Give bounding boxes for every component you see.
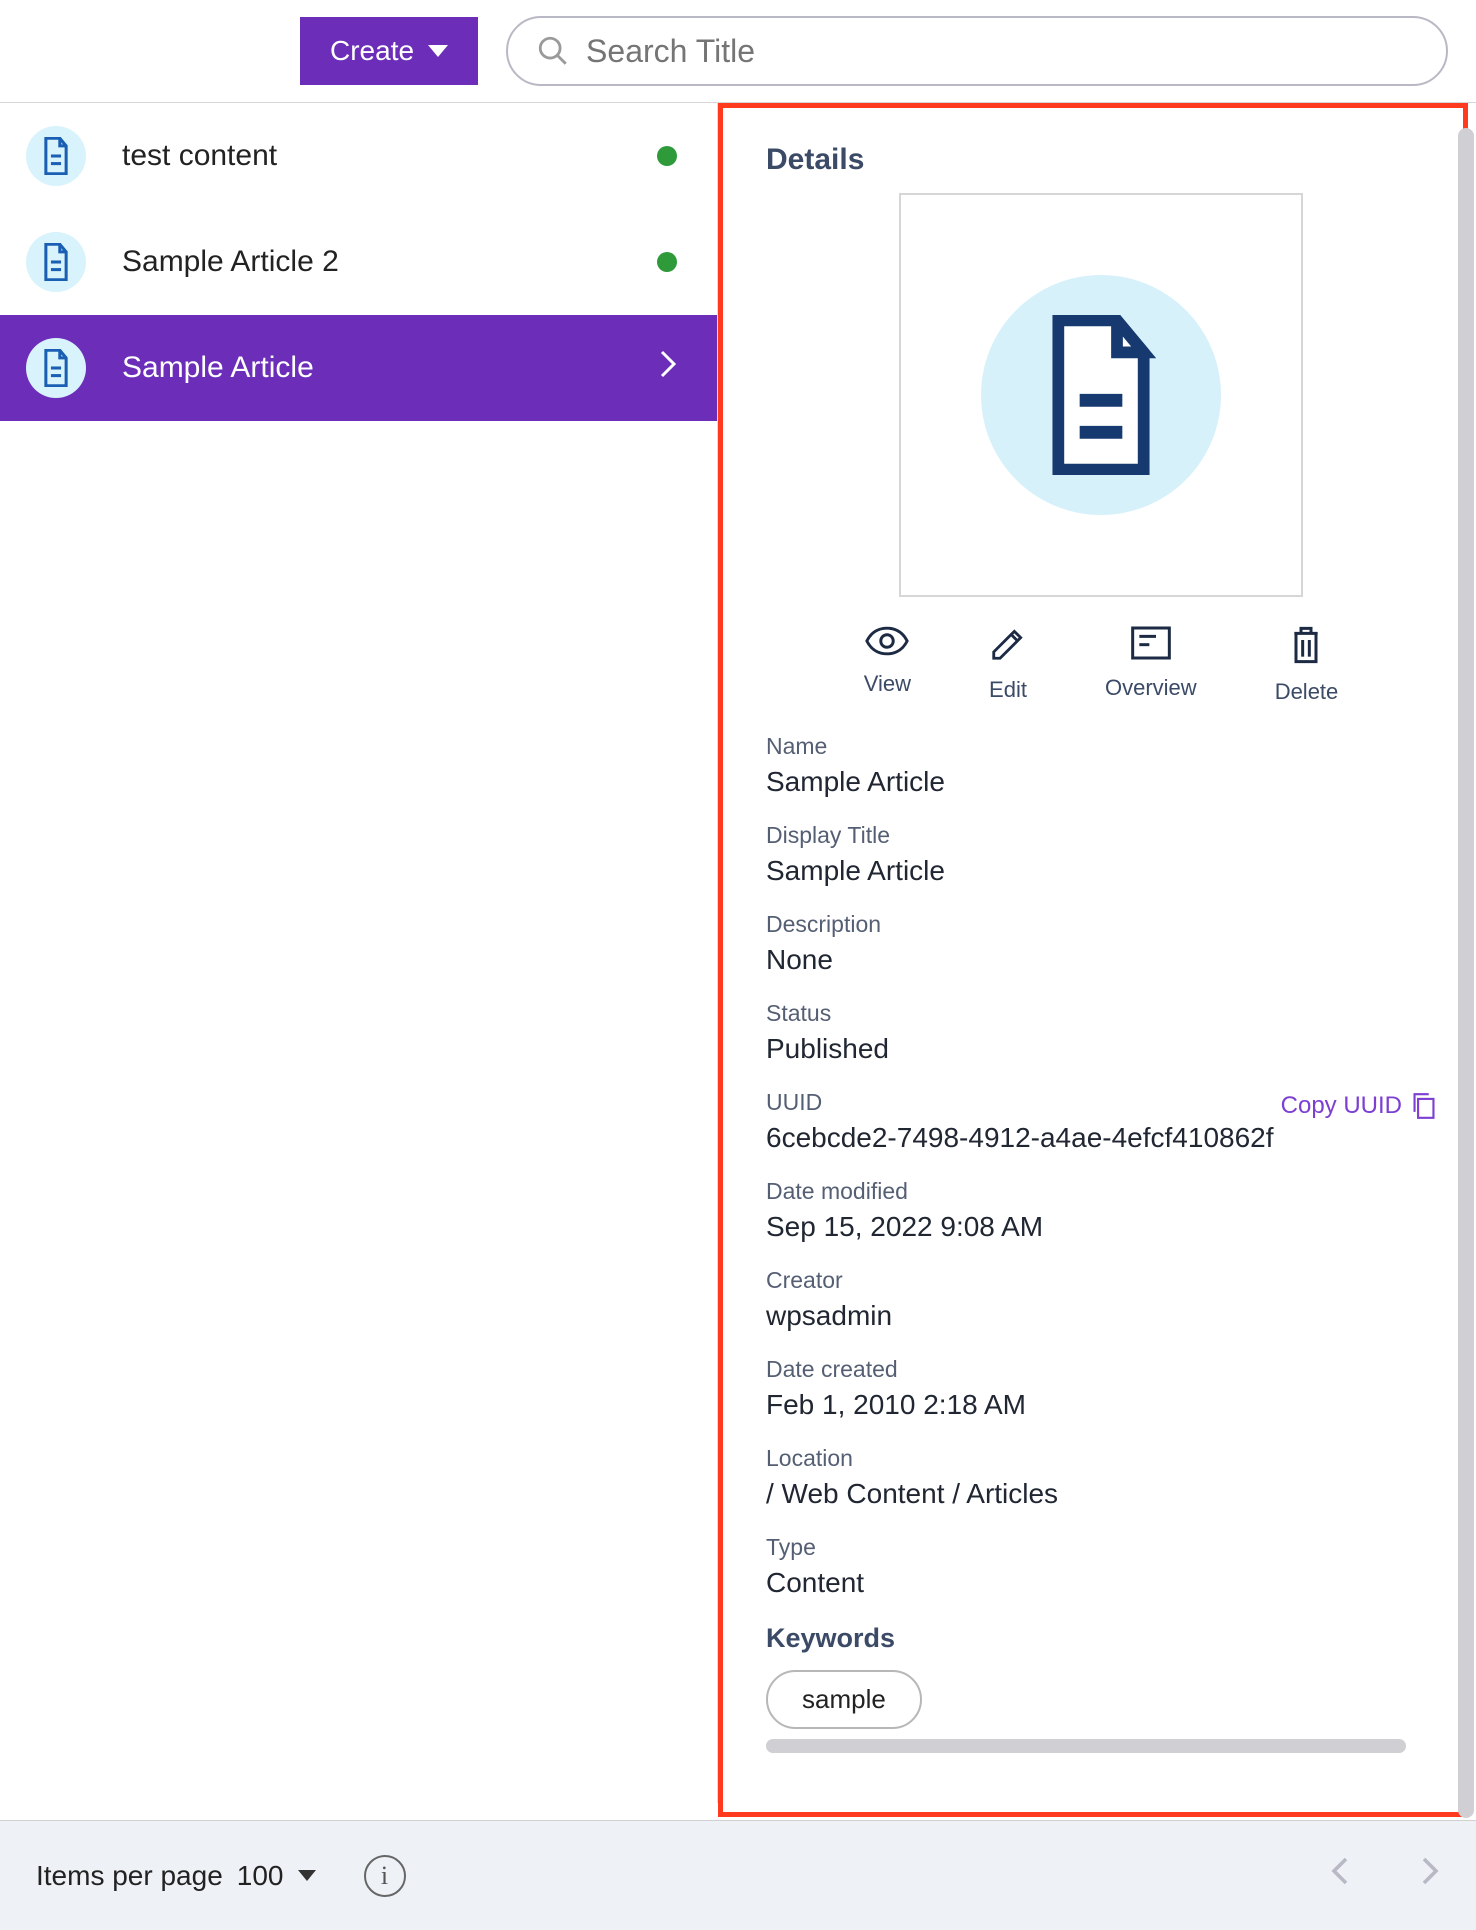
- copy-uuid-button[interactable]: Copy UUID: [1281, 1092, 1436, 1120]
- list-item-label: test content: [122, 139, 621, 173]
- eye-icon: [865, 625, 909, 657]
- info-button[interactable]: i: [364, 1855, 406, 1897]
- field-type: Type Content: [766, 1534, 1436, 1599]
- list-item[interactable]: test content: [0, 103, 717, 209]
- field-label: Creator: [766, 1267, 1436, 1294]
- toolbar: Create: [0, 0, 1476, 103]
- field-uuid: UUID Copy UUID 6cebcde2-7498-4912-a4ae-4…: [766, 1089, 1436, 1154]
- search-input[interactable]: [584, 32, 1418, 71]
- pagination-footer: Items per page 100 i: [0, 1820, 1476, 1930]
- field-label: Date modified: [766, 1178, 1436, 1205]
- edit-button[interactable]: Edit: [989, 625, 1027, 705]
- field-location: Location / Web Content / Articles: [766, 1445, 1436, 1510]
- create-button[interactable]: Create: [300, 17, 478, 85]
- items-per-page-value: 100: [237, 1860, 284, 1892]
- vertical-scrollbar[interactable]: [1456, 128, 1476, 1810]
- thumbnail: [899, 193, 1303, 597]
- content-list: test content Sample Article 2: [0, 103, 718, 1803]
- prev-page-button[interactable]: [1330, 1856, 1350, 1895]
- main: test content Sample Article 2: [0, 103, 1476, 1803]
- overview-label: Overview: [1105, 675, 1197, 701]
- field-value: Sep 15, 2022 9:08 AM: [766, 1211, 1436, 1243]
- document-icon: [26, 126, 86, 186]
- field-label: Description: [766, 911, 1436, 938]
- action-bar: View Edit Overview: [766, 625, 1436, 705]
- field-value: Sample Article: [766, 855, 1436, 887]
- field-status: Status Published: [766, 1000, 1436, 1065]
- keyword-chip[interactable]: sample: [766, 1670, 922, 1729]
- document-large-icon: [1036, 315, 1166, 475]
- trash-icon: [1289, 625, 1323, 665]
- field-label: UUID: [766, 1089, 822, 1116]
- field-label: Date created: [766, 1356, 1436, 1383]
- field-value: None: [766, 944, 1436, 976]
- caret-down-icon: [298, 1870, 316, 1881]
- field-creator: Creator wpsadmin: [766, 1267, 1436, 1332]
- document-icon: [26, 338, 86, 398]
- next-page-button[interactable]: [1420, 1856, 1440, 1895]
- keywords-title: Keywords: [766, 1623, 1436, 1654]
- list-item-label: Sample Article: [122, 351, 623, 385]
- delete-button[interactable]: Delete: [1275, 625, 1339, 705]
- field-label: Location: [766, 1445, 1436, 1472]
- view-button[interactable]: View: [864, 625, 911, 705]
- status-dot-published: [657, 252, 677, 272]
- list-item-selected[interactable]: Sample Article: [0, 315, 717, 421]
- chevron-right-icon: [659, 349, 677, 387]
- delete-label: Delete: [1275, 679, 1339, 705]
- field-date-created: Date created Feb 1, 2010 2:18 AM: [766, 1356, 1436, 1421]
- field-value: 6cebcde2-7498-4912-a4ae-4efcf410862f: [766, 1122, 1436, 1154]
- field-date-modified: Date modified Sep 15, 2022 9:08 AM: [766, 1178, 1436, 1243]
- pager: [1330, 1856, 1440, 1895]
- field-value: Content: [766, 1567, 1436, 1599]
- field-label: Type: [766, 1534, 1436, 1561]
- field-value: / Web Content / Articles: [766, 1478, 1436, 1510]
- items-per-page[interactable]: Items per page 100: [36, 1860, 316, 1892]
- view-label: View: [864, 671, 911, 697]
- create-button-label: Create: [330, 35, 414, 67]
- overview-button[interactable]: Overview: [1105, 625, 1197, 705]
- field-display-title: Display Title Sample Article: [766, 822, 1436, 887]
- copy-uuid-label: Copy UUID: [1281, 1092, 1402, 1120]
- overview-icon: [1131, 625, 1171, 661]
- search-icon: [536, 34, 570, 68]
- caret-down-icon: [428, 45, 448, 57]
- document-icon: [26, 232, 86, 292]
- search-field[interactable]: [506, 16, 1448, 86]
- details-title: Details: [766, 143, 1436, 177]
- list-item-label: Sample Article 2: [122, 245, 621, 279]
- status-dot-published: [657, 146, 677, 166]
- field-label: Name: [766, 733, 1436, 760]
- field-value: Published: [766, 1033, 1436, 1065]
- details-panel: Details View: [718, 103, 1476, 1803]
- copy-icon: [1412, 1093, 1436, 1119]
- field-description: Description None: [766, 911, 1436, 976]
- field-value: Feb 1, 2010 2:18 AM: [766, 1389, 1436, 1421]
- items-per-page-label: Items per page: [36, 1860, 223, 1892]
- field-name: Name Sample Article: [766, 733, 1436, 798]
- pencil-icon: [989, 625, 1027, 663]
- horizontal-scrollbar[interactable]: [766, 1739, 1436, 1757]
- field-label: Status: [766, 1000, 1436, 1027]
- field-label: Display Title: [766, 822, 1436, 849]
- field-value: Sample Article: [766, 766, 1436, 798]
- edit-label: Edit: [989, 677, 1027, 703]
- list-item[interactable]: Sample Article 2: [0, 209, 717, 315]
- field-value: wpsadmin: [766, 1300, 1436, 1332]
